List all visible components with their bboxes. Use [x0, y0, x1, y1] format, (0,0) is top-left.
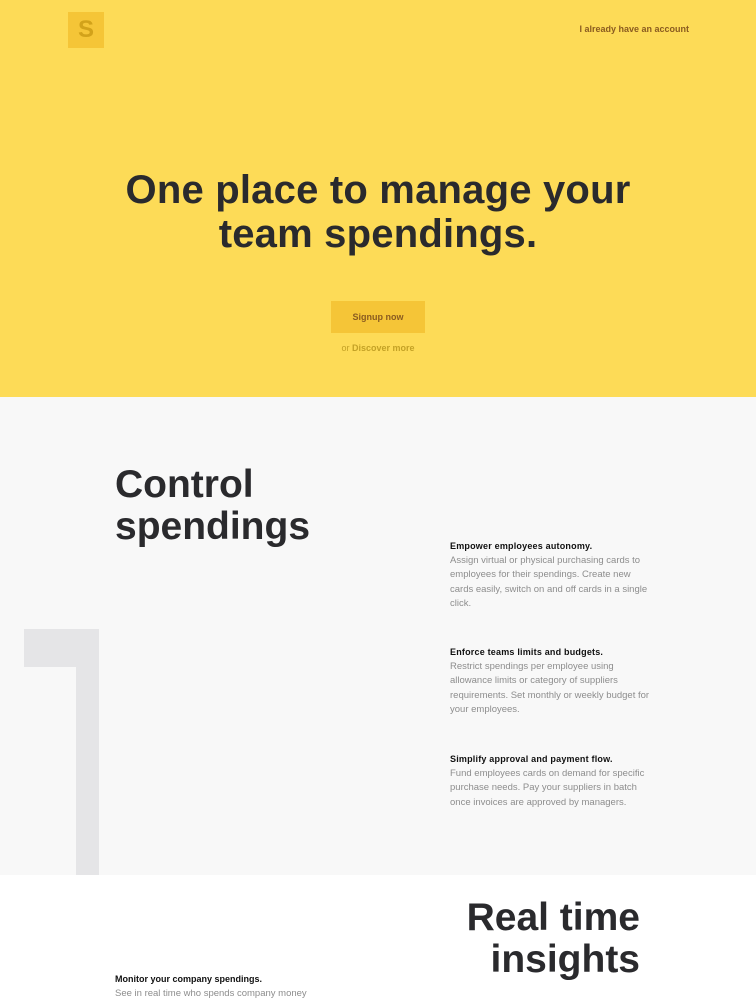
- control-spendings-section: Control spendings Empower employees auto…: [0, 397, 756, 875]
- insights-title: Real time insights: [467, 897, 640, 981]
- feature-limits: Enforce teams limits and budgets. Restri…: [450, 647, 650, 717]
- feature-text: Assign virtual or physical purchasing ca…: [450, 555, 648, 609]
- feature-approval: Simplify approval and payment flow. Fund…: [450, 754, 650, 810]
- hero-section: S I already have an account One place to…: [0, 0, 756, 397]
- signup-button[interactable]: Signup now: [331, 301, 425, 333]
- control-title-line-1: Control: [115, 463, 254, 506]
- logo-letter: S: [77, 16, 94, 43]
- discover-line: or Discover more: [0, 343, 756, 353]
- insights-title-line-1: Real time: [466, 896, 640, 939]
- hero-title: One place to manage your team spendings.: [0, 168, 756, 256]
- insights-section: Real time insights Monitor your company …: [0, 875, 756, 1000]
- feature-text: Restrict spendings per employee using al…: [450, 661, 650, 715]
- feature-autonomy: Empower employees autonomy. Assign virtu…: [450, 541, 650, 611]
- brand-logo[interactable]: S: [68, 12, 104, 48]
- control-title: Control spendings: [115, 464, 310, 548]
- control-title-line-2: spendings: [115, 505, 311, 548]
- hero-title-line-2: team spendings.: [218, 212, 538, 256]
- feature-monitor: Monitor your company spendings. See in r…: [115, 974, 335, 1000]
- number-1-shape: [24, 629, 99, 875]
- feature-title: Empower employees autonomy.: [450, 541, 593, 551]
- section-number-1: [24, 629, 99, 875]
- insights-title-line-2: insights: [490, 938, 640, 981]
- feature-title: Simplify approval and payment flow.: [450, 754, 613, 764]
- hero-title-line-1: One place to manage your: [125, 168, 631, 212]
- feature-text: Fund employees cards on demand for speci…: [450, 768, 645, 808]
- feature-text: See in real time who spends company mone…: [115, 988, 307, 999]
- feature-title: Monitor your company spendings.: [115, 974, 263, 984]
- feature-title: Enforce teams limits and budgets.: [450, 647, 604, 657]
- login-link[interactable]: I already have an account: [579, 24, 689, 34]
- discover-prefix: or: [341, 343, 350, 353]
- discover-more-link[interactable]: Discover more: [352, 343, 415, 353]
